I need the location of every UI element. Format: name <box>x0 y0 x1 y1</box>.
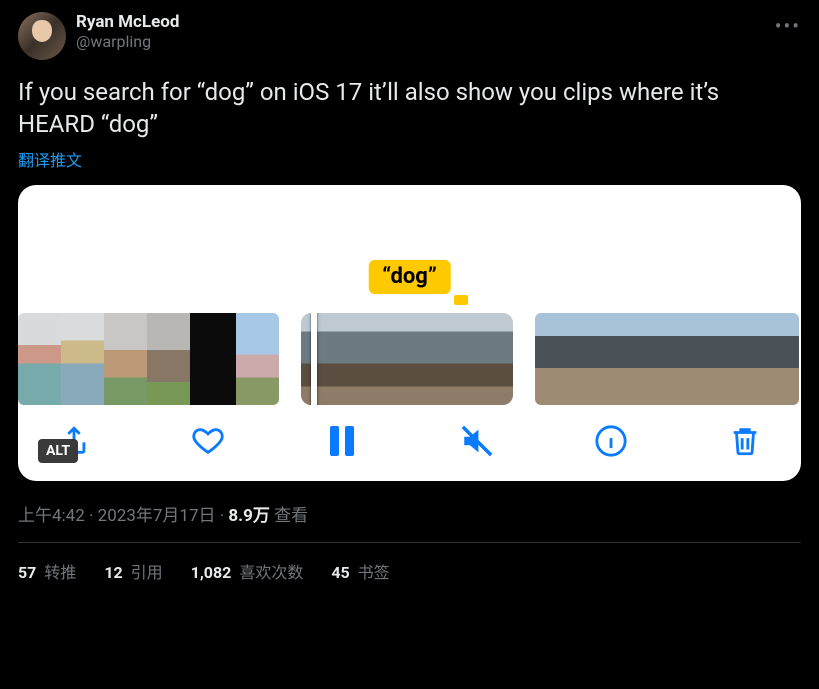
video-frame <box>535 313 579 405</box>
alt-badge[interactable]: ALT <box>38 439 78 463</box>
video-frame <box>190 313 236 405</box>
playhead-indicator[interactable] <box>311 313 317 405</box>
video-frame <box>667 313 711 405</box>
video-filmstrip <box>18 313 801 405</box>
trash-icon[interactable] <box>727 423 763 459</box>
video-frame <box>18 313 61 405</box>
tweet-container: Ryan McLeod @warpling ••• If you search … <box>0 0 819 595</box>
video-frame <box>755 313 799 405</box>
video-frame <box>147 313 190 405</box>
tweet-header: Ryan McLeod @warpling ••• <box>18 12 801 60</box>
tweet-date[interactable]: 2023年7月17日 <box>98 506 216 526</box>
quotes[interactable]: 12 引用 <box>104 559 162 583</box>
divider <box>18 542 801 543</box>
tweet-time[interactable]: 上午4:42 <box>18 506 85 526</box>
display-name: Ryan McLeod <box>76 12 179 32</box>
video-frame <box>104 313 147 405</box>
video-frame <box>354 313 407 405</box>
avatar[interactable] <box>18 12 66 60</box>
retweets[interactable]: 57 转推 <box>18 559 76 583</box>
video-frame <box>407 313 460 405</box>
engagement-row: 57 转推 12 引用 1,082 喜欢次数 45 书签 <box>18 559 801 583</box>
author-names[interactable]: Ryan McLeod @warpling <box>76 12 179 51</box>
view-count: 8.9万 <box>228 506 269 526</box>
clip-group-active[interactable] <box>301 313 513 405</box>
handle: @warpling <box>76 32 179 51</box>
speaker-muted-icon[interactable] <box>459 423 495 459</box>
media-attachment[interactable]: “dog” <box>18 185 801 481</box>
clip-group[interactable] <box>18 313 279 405</box>
video-controls <box>18 423 801 459</box>
more-options-icon[interactable]: ••• <box>775 14 801 38</box>
video-frame <box>579 313 623 405</box>
translate-link[interactable]: 翻译推文 <box>18 147 801 171</box>
video-frame <box>711 313 755 405</box>
bubble-tail <box>454 295 468 305</box>
video-frame <box>236 313 279 405</box>
tweet-meta: 上午4:42 · 2023年7月17日 · 8.9万 查看 <box>18 501 801 526</box>
likes[interactable]: 1,082 喜欢次数 <box>191 559 304 583</box>
video-frame <box>61 313 104 405</box>
info-icon[interactable] <box>593 423 629 459</box>
search-term-bubble: “dog” <box>368 260 451 294</box>
video-frame <box>460 313 513 405</box>
view-label: 查看 <box>270 506 308 526</box>
pause-icon[interactable] <box>324 423 360 459</box>
video-frame <box>301 313 354 405</box>
video-frame <box>623 313 667 405</box>
clip-group[interactable] <box>535 313 799 405</box>
bookmarks[interactable]: 45 书签 <box>331 559 389 583</box>
heart-icon[interactable] <box>190 423 226 459</box>
tweet-text: If you search for “dog” on iOS 17 it’ll … <box>18 76 801 141</box>
